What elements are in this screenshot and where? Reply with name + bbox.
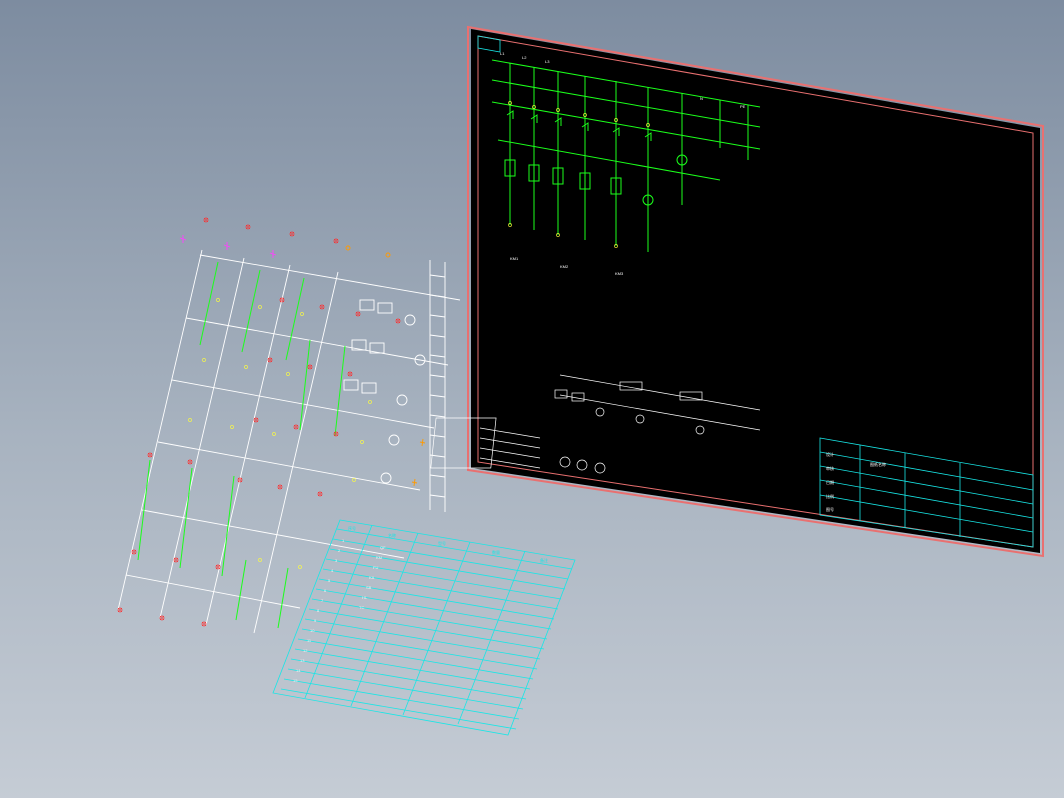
cad-drawing-canvas: L1L2L3 NPE KM1KM2KM3 图纸名称 设计 审核 日期 比例 图号… xyxy=(0,0,1064,798)
svg-text:11: 11 xyxy=(307,638,312,643)
svg-text:PE: PE xyxy=(740,104,746,109)
svg-text:15: 15 xyxy=(293,678,298,683)
svg-text:QF: QF xyxy=(380,545,386,550)
cad-3d-viewport[interactable]: L1L2L3 NPE KM1KM2KM3 图纸名称 设计 审核 日期 比例 图号… xyxy=(0,0,1064,798)
svg-text:KM2: KM2 xyxy=(560,264,569,269)
svg-text:L1: L1 xyxy=(500,51,505,56)
svg-text:审核: 审核 xyxy=(826,465,834,471)
svg-text:12: 12 xyxy=(303,648,308,653)
svg-text:N: N xyxy=(700,96,703,101)
svg-text:图纸名称: 图纸名称 xyxy=(870,461,886,467)
parts-table xyxy=(273,520,575,735)
svg-text:14: 14 xyxy=(296,668,301,673)
svg-text:备注: 备注 xyxy=(540,557,548,563)
markers-yellow-2 xyxy=(188,298,371,568)
svg-text:TC: TC xyxy=(359,605,364,610)
svg-text:序号: 序号 xyxy=(348,525,356,531)
svg-text:设计: 设计 xyxy=(826,451,834,457)
svg-text:图号: 图号 xyxy=(826,506,834,512)
svg-text:名称: 名称 xyxy=(388,532,396,538)
svg-text:7: 7 xyxy=(321,598,324,603)
svg-text:5: 5 xyxy=(328,578,331,583)
svg-text:比例: 比例 xyxy=(826,493,834,499)
svg-text:KM3: KM3 xyxy=(615,271,624,276)
sheet-main: L1 L2 L3 N PE KM1 KM2 KM3 图纸名称 设计 审核 日期 比例 图号 xyxy=(468,27,1043,556)
svg-text:L3: L3 xyxy=(545,59,550,64)
svg-text:3: 3 xyxy=(335,558,338,563)
svg-text:HL: HL xyxy=(362,595,368,600)
svg-text:日期: 日期 xyxy=(826,479,834,485)
svg-text:KM: KM xyxy=(376,555,382,560)
svg-text:数量: 数量 xyxy=(492,549,500,555)
svg-text:1: 1 xyxy=(342,538,345,543)
svg-text:10: 10 xyxy=(310,628,315,633)
svg-text:KM1: KM1 xyxy=(510,256,519,261)
svg-text:9: 9 xyxy=(314,618,317,623)
svg-text:SB: SB xyxy=(366,585,372,590)
svg-text:13: 13 xyxy=(300,658,305,663)
svg-text:L2: L2 xyxy=(522,55,527,60)
svg-text:型号: 型号 xyxy=(438,540,446,546)
svg-text:FU: FU xyxy=(373,565,378,570)
svg-text:KA: KA xyxy=(369,575,375,580)
